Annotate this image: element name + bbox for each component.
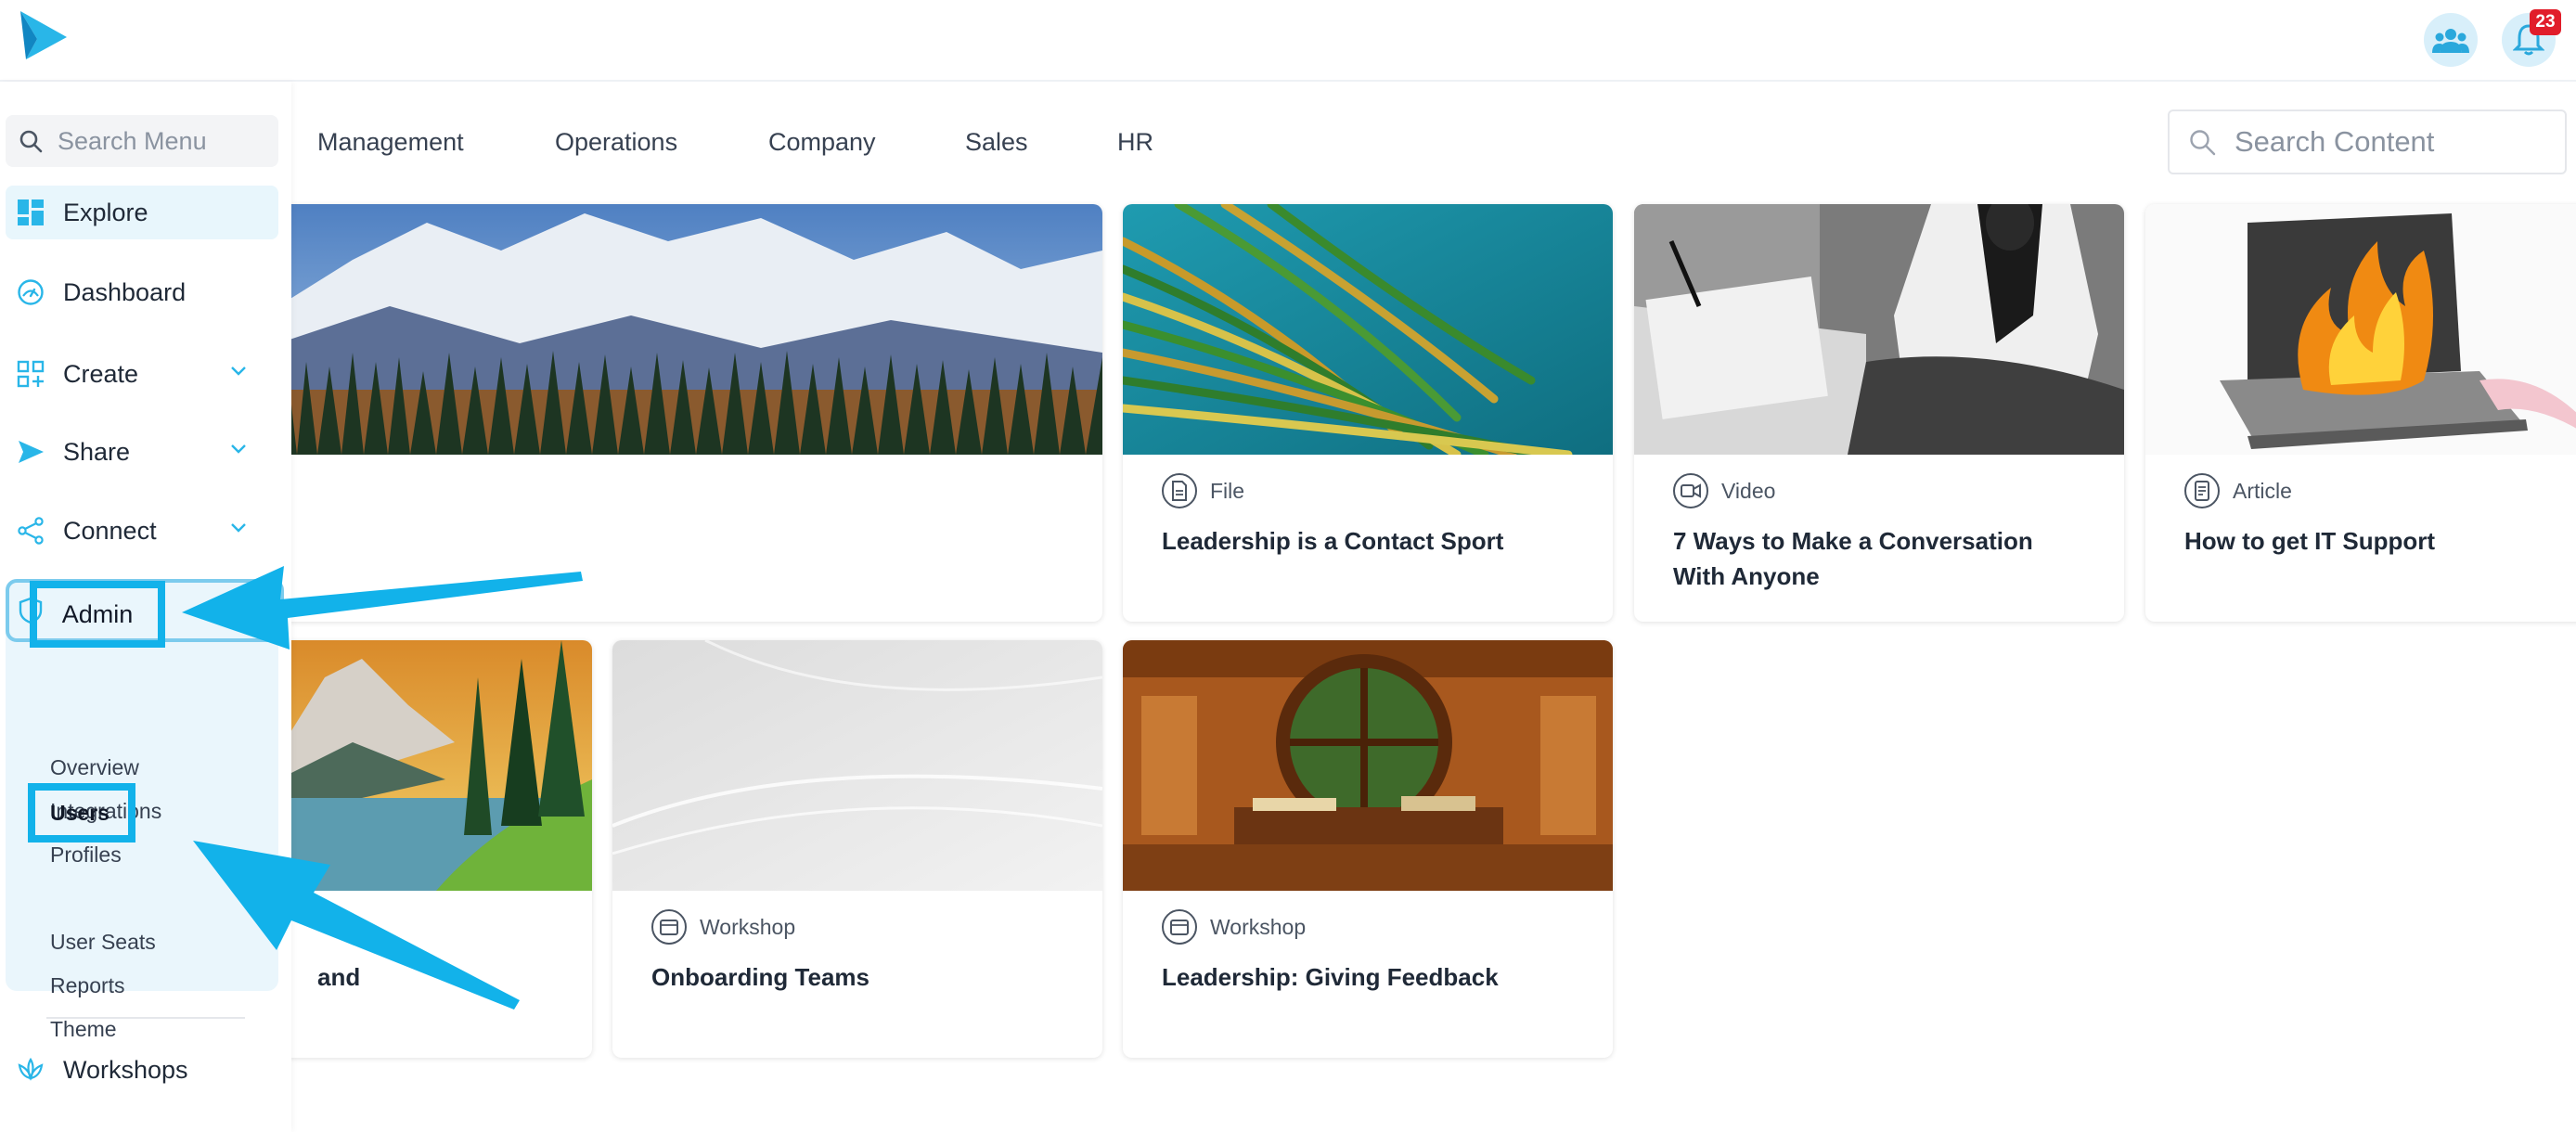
admin-subitem-profiles[interactable]: Profiles [50,843,122,868]
search-icon [2190,130,2216,156]
card-meta: Workshop [1162,909,1306,945]
sidebar-item-label: Workshops [63,1055,188,1084]
file-icon [1162,473,1197,508]
lotus-icon [18,1057,44,1081]
card-type: Workshop [1210,914,1307,939]
card-image-mountains [278,204,1102,455]
card-meta: Workshop [651,909,795,945]
tab-operations[interactable]: Operations [555,128,677,157]
card-title: Leadership: Giving Feedback [1162,963,1499,991]
card-title: Leadership is a Contact Sport [1162,527,1504,555]
card-image-gray-abstract [612,640,1102,891]
content-card[interactable]: Video 7 Ways to Make a Conversation With… [1634,204,2124,622]
content-search-placeholder: Search Content [2235,125,2435,158]
gauge-icon [18,279,44,305]
sidebar-item-explore[interactable]: Explore [6,186,278,239]
admin-subitem-users[interactable]: Users [28,783,135,843]
content-card[interactable]: and [278,640,592,1058]
sidebar-item-workshops[interactable]: Workshops [6,1043,278,1097]
top-bar: 23 [0,0,2576,82]
card-meta: Article [2184,473,2292,508]
content-card[interactable]: Article How to get IT Support [2145,204,2576,622]
tab-sales[interactable]: Sales [965,128,1028,157]
card-image-palm-leaf [1123,204,1613,455]
tab-management[interactable]: Management [317,128,464,157]
team-button[interactable] [2424,13,2478,67]
sidebar-item-label: Connect [63,516,157,545]
people-icon [2432,29,2469,53]
sidebar-item-label: Share [63,437,131,466]
content-card[interactable]: Workshop Onboarding Teams [612,640,1102,1058]
admin-highlight-box: Admin [30,581,165,648]
notifications-button[interactable]: 23 [2502,9,2561,67]
chevron-down-icon [231,367,246,376]
share-nodes-icon [18,517,44,545]
card-type: File [1210,478,1245,503]
grid-icon [18,199,44,225]
send-icon [19,441,44,463]
card-meta: File [1162,473,1244,508]
chevron-down-icon [231,444,246,454]
card-title: Onboarding Teams [651,963,869,991]
content-card[interactable]: Workshop Leadership: Giving Feedback [1123,640,1613,1058]
card-image-person-writing [1634,204,2124,455]
add-grid-icon [17,360,45,388]
card-type: Workshop [700,914,796,939]
card-type: Video [1721,478,1776,503]
admin-subitem-user-seats[interactable]: User Seats [50,930,156,955]
workshop-icon [1162,909,1197,945]
chevron-down-icon [231,523,246,533]
notification-badge: 23 [2530,9,2561,35]
sidebar: Search Menu Explore Dashboard Create Sha… [0,82,291,1132]
card-title: How to get IT Support [2184,527,2436,555]
sidebar-item-admin[interactable]: Admin [6,579,284,648]
sidebar-item-label: Admin [61,599,134,628]
sidebar-item-share[interactable]: Share [6,425,278,479]
menu-search-placeholder: Search Menu [58,126,207,155]
card-type: Article [2233,478,2292,503]
admin-subitem-reports[interactable]: Reports [50,973,125,998]
content-card[interactable]: File Leadership is a Contact Sport [1123,204,1613,622]
tab-hr[interactable]: HR [1117,128,1153,157]
content-card[interactable] [278,204,1102,622]
sidebar-item-label: Dashboard [63,277,187,306]
sidebar-divider [46,1017,245,1019]
sidebar-item-dashboard[interactable]: Dashboard [6,265,278,319]
article-icon [2184,473,2220,508]
card-title: 7 Ways to Make a Conversation With Anyon… [1673,527,2033,590]
search-icon [19,130,43,153]
tab-company[interactable]: Company [768,128,876,157]
sidebar-item-connect[interactable]: Connect [6,504,278,558]
card-image-laptop-fire [2145,204,2576,455]
admin-subitem-users-label: Users [50,800,109,825]
sidebar-item-label: Explore [63,198,148,226]
card-image-landscape-painting [278,640,592,891]
content-search-input[interactable]: Search Content [2168,109,2567,174]
logo-icon[interactable] [17,9,69,61]
video-icon [1673,473,1708,508]
admin-subitem-theme[interactable]: Theme [50,1017,117,1042]
sidebar-item-create[interactable]: Create [6,347,278,401]
menu-search-input[interactable]: Search Menu [6,115,278,167]
card-title: and [317,963,361,991]
card-image-round-window-room [1123,640,1613,891]
sidebar-item-label: Create [63,359,139,388]
admin-subitem-overview[interactable]: Overview [50,755,139,780]
card-meta: Video [1673,473,1775,508]
workshop-icon [651,909,687,945]
